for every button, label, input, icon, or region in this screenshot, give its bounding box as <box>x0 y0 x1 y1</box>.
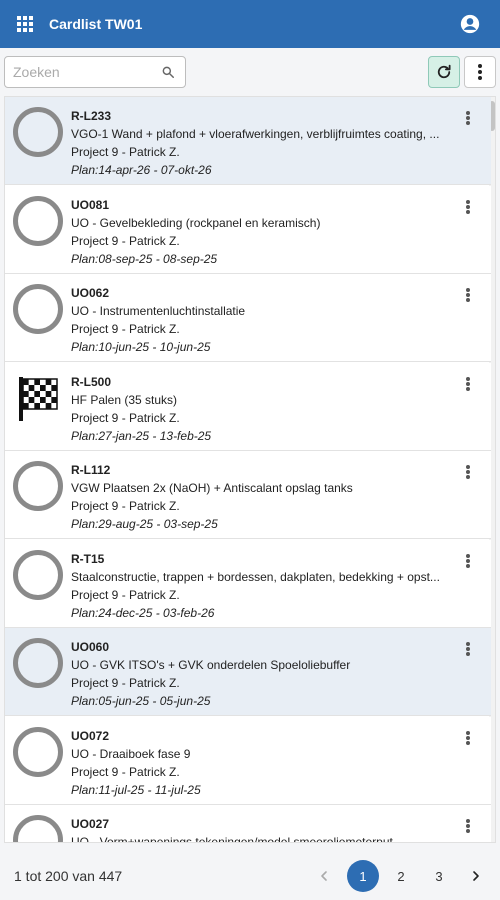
status-circle-icon <box>13 196 63 246</box>
card-code: UO060 <box>71 640 110 654</box>
card-description: UO - Instrumentenluchtinstallatie <box>71 304 246 318</box>
apps-grid-icon[interactable] <box>15 14 35 34</box>
card-code: UO062 <box>71 286 110 300</box>
card-menu-icon[interactable] <box>461 640 475 658</box>
search-icon[interactable] <box>161 65 175 79</box>
card-menu-icon[interactable] <box>461 375 475 393</box>
card-menu-icon[interactable] <box>461 198 475 216</box>
refresh-button[interactable] <box>428 56 460 88</box>
card-list[interactable]: R-L233 VGO-1 Wand + plafond + vloerafwerk… <box>4 96 496 843</box>
card-code: R-L500 <box>71 375 112 389</box>
card-code: R-L112 <box>71 463 111 477</box>
previous-page-button[interactable] <box>310 862 338 890</box>
card-text: UO081 UO - Gevelbekleding (rockpanel en k… <box>71 196 449 268</box>
card-text: UO027 UO - Vorm+wapenings tekeningen/mode… <box>71 815 449 843</box>
card-code: R-T15 <box>71 552 105 566</box>
card-plan: Plan:11-jul-25 - 11-jul-25 <box>71 783 201 797</box>
card-project: Project 9 - Patrick Z. <box>71 145 180 159</box>
more-options-button[interactable] <box>464 56 496 88</box>
status-circle-icon <box>13 815 63 842</box>
card-description: UO - Vorm+wapenings tekeningen/model sme… <box>71 835 393 843</box>
card-text: R-T15 Staalconstructie, trappen + bordess… <box>71 550 449 622</box>
card-plan: Plan:08-sep-25 - 08-sep-25 <box>71 252 218 266</box>
card-project: Project 9 - Patrick Z. <box>71 322 180 336</box>
card-text: R-L233 VGO-1 Wand + plafond + vloerafwerk… <box>71 107 449 179</box>
status-circle-icon <box>13 550 63 600</box>
card-menu-icon[interactable] <box>461 552 475 570</box>
card-item[interactable]: UO060 UO - GVK ITSO's + GVK onderdelen Sp… <box>5 628 491 716</box>
card-project: Project 9 - Patrick Z. <box>71 588 180 602</box>
card-item[interactable]: R-L112 VGW Plaatsen 2x (NaOH) + Antiscala… <box>5 451 491 539</box>
card-description: UO - GVK ITSO's + GVK onderdelen Spoelol… <box>71 658 351 672</box>
card-description: UO - Gevelbekleding (rockpanel en kerami… <box>71 216 321 230</box>
card-plan: Plan:29-aug-25 - 03-sep-25 <box>71 517 218 531</box>
search-box <box>4 56 186 88</box>
card-plan: Plan:10-jun-25 - 10-jun-25 <box>71 340 211 354</box>
card-description: VGW Plaatsen 2x (NaOH) + Antiscalant ops… <box>71 481 353 495</box>
refresh-icon <box>437 64 451 79</box>
pagination-bar: 1 tot 200 van 447 1 2 3 <box>0 852 500 900</box>
card-description: VGO-1 Wand + plafond + vloerafwerkingen,… <box>71 127 440 141</box>
card-plan: Plan:05-jun-25 - 05-jun-25 <box>71 694 211 708</box>
chevron-left-icon <box>321 871 327 881</box>
card-text: R-L500 HF Palen (35 stuks) Project 9 - Pat… <box>71 373 449 445</box>
result-count: 1 tot 200 van 447 <box>14 868 123 884</box>
card-menu-icon[interactable] <box>461 286 475 304</box>
card-item[interactable]: R-L233 VGO-1 Wand + plafond + vloerafwerk… <box>5 97 491 185</box>
card-description: HF Palen (35 stuks) <box>71 393 178 407</box>
card-project: Project 9 - Patrick Z. <box>71 234 180 248</box>
status-circle-icon <box>13 727 63 777</box>
card-item[interactable]: UO081 UO - Gevelbekleding (rockpanel en k… <box>5 186 491 274</box>
card-text: R-L112 VGW Plaatsen 2x (NaOH) + Antiscala… <box>71 461 449 533</box>
status-circle-icon <box>13 284 63 334</box>
card-item[interactable]: UO027 UO - Vorm+wapenings tekeningen/mode… <box>5 805 491 843</box>
card-plan: Plan:24-dec-25 - 03-feb-26 <box>71 606 215 620</box>
card-menu-icon[interactable] <box>461 109 475 127</box>
card-plan: Plan:27-jan-25 - 13-feb-25 <box>71 429 212 443</box>
card-description: UO - Draaiboek fase 9 <box>71 747 191 761</box>
card-text: UO062 UO - Instrumentenluchtinstallatie Pr… <box>71 284 449 356</box>
chevron-right-icon <box>473 871 479 881</box>
status-circle-icon <box>13 461 63 511</box>
card-text: UO072 UO - Draaiboek fase 9 Project 9 - Pa… <box>71 727 449 799</box>
card-item[interactable]: UO072 UO - Draaiboek fase 9 Project 9 - Pa… <box>5 717 491 805</box>
card-project: Project 9 - Patrick Z. <box>71 499 180 513</box>
card-text: UO060 UO - GVK ITSO's + GVK onderdelen Sp… <box>71 638 449 710</box>
page-button-2[interactable]: 2 <box>385 860 417 892</box>
card-description: Staalconstructie, trappen + bordessen, d… <box>71 570 440 584</box>
page-button-3[interactable]: 3 <box>423 860 455 892</box>
status-circle-icon <box>13 107 63 157</box>
more-vertical-icon <box>478 64 482 80</box>
status-circle-icon <box>13 638 63 688</box>
card-menu-icon[interactable] <box>461 817 475 835</box>
card-code: R-L233 <box>71 109 112 123</box>
card-item[interactable]: UO062 UO - Instrumentenluchtinstallatie Pr… <box>5 274 491 362</box>
card-code: UO027 <box>71 817 110 831</box>
page-button-1[interactable]: 1 <box>347 860 379 892</box>
card-code: UO081 <box>71 198 110 212</box>
card-plan: Plan:14-apr-26 - 07-okt-26 <box>71 163 212 177</box>
account-icon[interactable] <box>460 14 480 34</box>
checkered-flag-icon <box>19 377 58 421</box>
card-code: UO072 <box>71 729 110 743</box>
card-project: Project 9 - Patrick Z. <box>71 676 180 690</box>
toolbar <box>0 48 500 94</box>
app-bar: Cardlist TW01 <box>0 0 500 48</box>
card-project: Project 9 - Patrick Z. <box>71 411 180 425</box>
search-input[interactable] <box>5 64 155 80</box>
card-menu-icon[interactable] <box>461 729 475 747</box>
card-project: Project 9 - Patrick Z. <box>71 765 180 779</box>
card-menu-icon[interactable] <box>461 463 475 481</box>
card-item[interactable]: R-T15 Staalconstructie, trappen + bordess… <box>5 540 491 628</box>
card-item[interactable]: R-L500 HF Palen (35 stuks) Project 9 - Pat… <box>5 363 491 451</box>
page-title: Cardlist TW01 <box>49 16 143 32</box>
next-page-button[interactable] <box>462 862 490 890</box>
